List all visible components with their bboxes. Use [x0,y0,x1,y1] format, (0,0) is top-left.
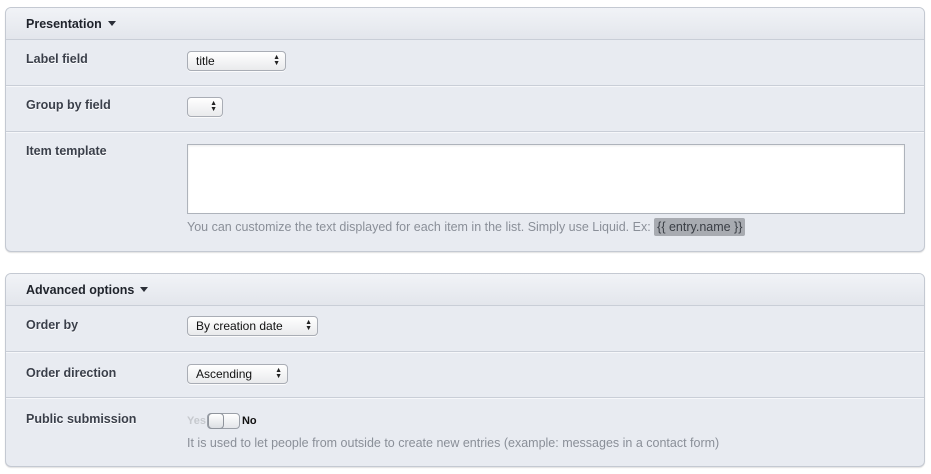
order-direction-row: Order direction Ascending ▲ ▼ [6,352,924,398]
toggle-yes-label: Yes [187,415,206,427]
public-submission-toggle[interactable]: Yes No [187,413,257,429]
group-by-field-select[interactable]: ▲ ▼ [187,97,223,117]
order-by-value: By creation date [196,319,283,333]
caret-down-icon[interactable] [107,21,116,27]
item-template-hint: You can customize the text displayed for… [187,218,746,236]
group-by-field-label: Group by field [26,98,111,112]
order-by-label: Order by [26,318,79,332]
toggle-knob[interactable] [207,413,224,429]
item-template-textarea[interactable] [187,144,905,214]
presentation-title: Presentation [26,17,102,31]
order-by-select[interactable]: By creation date ▲ ▼ [187,316,318,336]
group-by-field-row: Group by field ▲ ▼ [6,86,924,132]
select-arrows-icon: ▲ ▼ [275,367,282,380]
label-field-value: title [196,54,215,68]
select-arrows-icon: ▲ ▼ [273,54,280,67]
public-submission-row: Public submission Yes No It is used to l… [6,398,924,466]
public-submission-label: Public submission [26,412,137,426]
caret-down-icon[interactable] [140,287,149,293]
public-submission-hint: It is used to let people from outside to… [187,436,720,450]
advanced-options-title: Advanced options [26,283,135,297]
presentation-panel: Presentation Label field title ▲ ▼ Group … [5,7,925,252]
order-by-row: Order by By creation date ▲ ▼ [6,306,924,352]
presentation-header[interactable]: Presentation [6,8,924,40]
item-template-hint-text: You can customize the text displayed for… [187,220,651,234]
liquid-code-example: {{ entry.name }} [654,218,746,236]
advanced-options-panel: Advanced options Order by By creation da… [5,273,925,467]
label-field-label: Label field [26,52,88,66]
label-field-select[interactable]: title ▲ ▼ [187,51,286,71]
select-arrows-icon: ▲ ▼ [210,100,217,113]
item-template-row: Item template You can customize the text… [6,132,924,251]
label-field-row: Label field title ▲ ▼ [6,40,924,86]
toggle-switch[interactable] [206,413,240,429]
order-direction-value: Ascending [196,367,253,381]
order-direction-label: Order direction [26,366,117,380]
select-arrows-icon: ▲ ▼ [305,319,312,332]
item-template-label: Item template [26,144,107,158]
toggle-no-label: No [241,415,257,427]
advanced-options-header[interactable]: Advanced options [6,274,924,306]
order-direction-select[interactable]: Ascending ▲ ▼ [187,364,288,384]
